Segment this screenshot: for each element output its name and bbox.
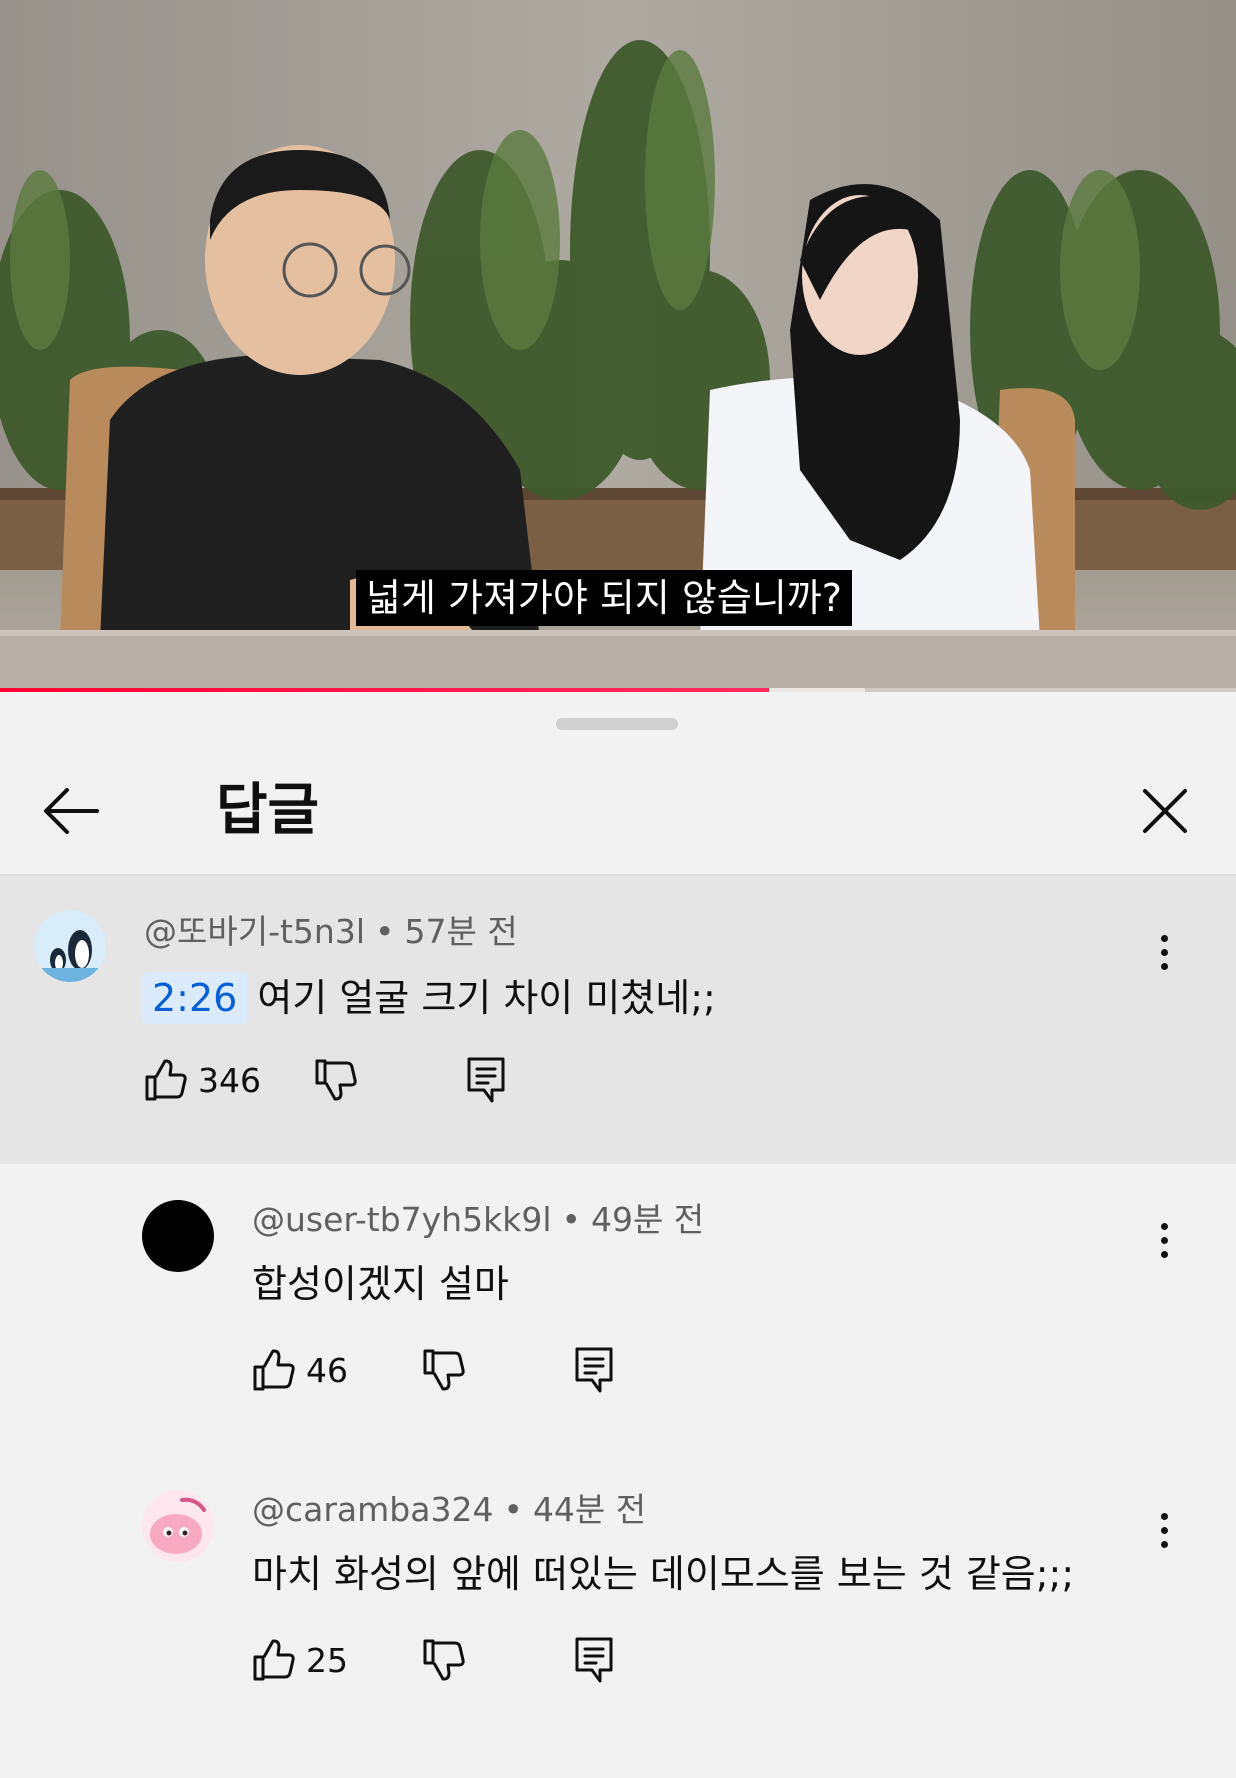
timestamp-link[interactable]: 2:26 — [142, 972, 248, 1024]
like-button[interactable]: 46 — [252, 1340, 348, 1400]
comment-text: 마치 화성의 앞에 떠있는 데이모스를 보는 것 같음;;; — [252, 1552, 1075, 1596]
like-count: 25 — [306, 1640, 348, 1680]
like-count: 346 — [198, 1060, 261, 1100]
reply-button[interactable] — [466, 1050, 506, 1110]
reply-button[interactable] — [574, 1630, 614, 1690]
comment-author[interactable]: @caramba324 — [252, 1490, 493, 1529]
reply-item: @user-tb7yh5kk9l • 49분 전 합성이겠지 설마 46 — [0, 1164, 1236, 1454]
comment-author[interactable]: @또바기-t5n3l — [144, 912, 365, 951]
comment-actions: 46 — [252, 1340, 652, 1400]
comment-text: 여기 얼굴 크기 차이 미쳤네;; — [257, 976, 716, 1020]
video-progress-bar[interactable] — [0, 688, 1236, 692]
video-player[interactable]: 넓게 가져가야 되지 않습니까? — [0, 0, 1236, 692]
penguin-avatar-icon — [34, 910, 106, 982]
avatar[interactable] — [142, 1200, 214, 1272]
comment-age: 49분 전 — [590, 1200, 705, 1239]
reply-comment-icon — [575, 1347, 613, 1393]
dislike-button[interactable] — [314, 1050, 358, 1110]
more-options-button[interactable] — [1144, 1210, 1184, 1270]
dislike-button[interactable] — [422, 1630, 466, 1690]
reply-comment-icon — [467, 1057, 505, 1103]
avatar[interactable] — [142, 1490, 214, 1562]
reply-button[interactable] — [574, 1340, 614, 1400]
meta-separator: • — [375, 912, 395, 951]
more-options-button[interactable] — [1144, 1500, 1184, 1560]
meta-separator: • — [503, 1490, 523, 1529]
replies-sheet: 답글 @또바기-t5n3l • 57분 전 2:26 여기 얼굴 크기 차이 미쳤네;… — [0, 694, 1236, 1778]
like-button[interactable]: 25 — [252, 1630, 348, 1690]
sheet-header: 답글 — [0, 746, 1236, 876]
comment-actions: 25 — [252, 1630, 652, 1690]
like-button[interactable]: 346 — [144, 1050, 261, 1110]
comment-author[interactable]: @user-tb7yh5kk9l — [252, 1200, 551, 1239]
like-count: 46 — [306, 1350, 348, 1390]
comment-age: 44분 전 — [532, 1490, 647, 1529]
meta-separator: • — [561, 1200, 581, 1239]
arrow-left-icon — [44, 788, 99, 834]
dislike-button[interactable] — [422, 1340, 466, 1400]
reply-item: @caramba324 • 44분 전 마치 화성의 앞에 떠있는 데이모스를 보는… — [0, 1454, 1236, 1754]
close-icon — [1143, 789, 1187, 833]
comment-text: 합성이겠지 설마 — [252, 1262, 509, 1306]
avatar[interactable] — [34, 910, 106, 982]
thumbs-up-icon — [253, 1349, 295, 1391]
video-subtitle: 넓게 가져가야 되지 않습니까? — [356, 570, 852, 626]
parent-comment: @또바기-t5n3l • 57분 전 2:26 여기 얼굴 크기 차이 미쳤네;; 3… — [0, 876, 1236, 1164]
close-button[interactable] — [1128, 774, 1202, 848]
comment-actions: 346 — [144, 1050, 544, 1110]
thumbs-down-icon — [423, 1349, 465, 1391]
comment-meta: @또바기-t5n3l • 57분 전 — [144, 910, 518, 954]
thumbs-up-icon — [145, 1059, 187, 1101]
back-button[interactable] — [36, 776, 106, 846]
thumbs-down-icon — [315, 1059, 357, 1101]
sheet-drag-handle[interactable] — [556, 718, 678, 730]
video-progress-fill — [0, 688, 769, 692]
comment-meta: @caramba324 • 44분 전 — [252, 1488, 646, 1532]
sheet-title: 답글 — [216, 778, 320, 843]
thumbs-up-icon — [253, 1639, 295, 1681]
comment-body: 2:26 여기 얼굴 크기 차이 미쳤네;; — [142, 972, 716, 1024]
cartoon-avatar-icon — [142, 1490, 214, 1562]
thumbs-down-icon — [423, 1639, 465, 1681]
comment-meta: @user-tb7yh5kk9l • 49분 전 — [252, 1198, 704, 1242]
comment-age: 57분 전 — [404, 912, 518, 951]
reply-comment-icon — [575, 1637, 613, 1683]
more-options-button[interactable] — [1144, 922, 1184, 982]
